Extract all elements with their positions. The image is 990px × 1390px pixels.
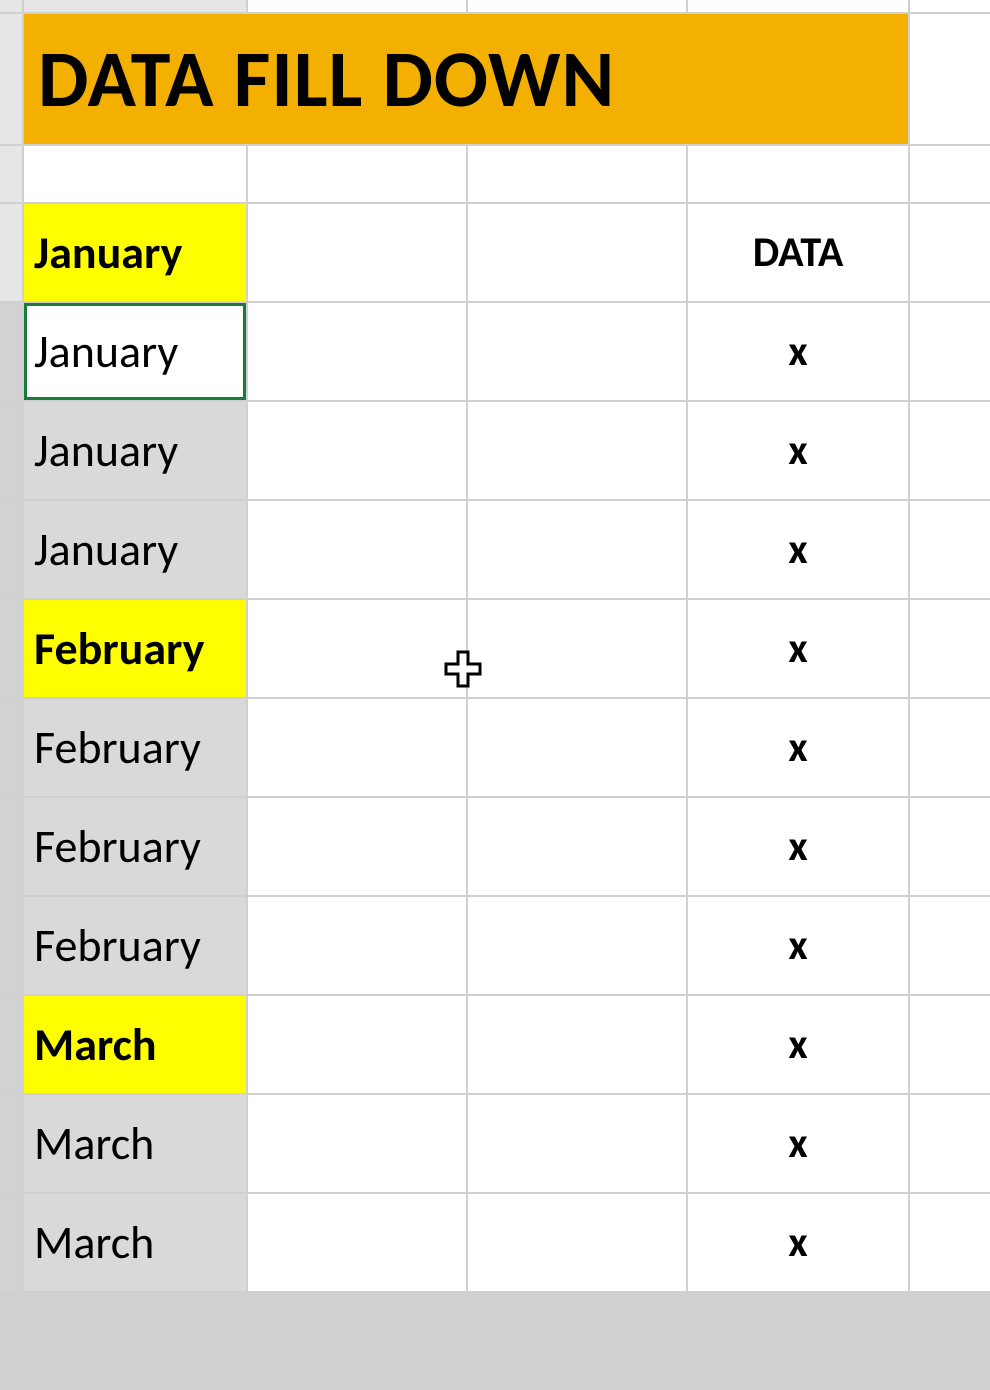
cell-month-7[interactable]: February	[24, 897, 246, 994]
cell-month-8[interactable]: March	[24, 996, 246, 1093]
row-header-9[interactable]	[0, 1095, 22, 1192]
cell-month-10[interactable]: March	[24, 1194, 246, 1291]
title-banner[interactable]: DATA FILL DOWN	[24, 14, 908, 144]
row-header-5[interactable]	[0, 699, 22, 796]
cell-month-0[interactable]: January	[24, 204, 246, 301]
row-header-title[interactable]	[0, 14, 22, 144]
cell-f-0[interactable]	[910, 204, 990, 301]
cell-c-5[interactable]	[248, 699, 466, 796]
cell-c-10[interactable]	[248, 1194, 466, 1291]
cell-d-4[interactable]	[468, 600, 686, 697]
cell-f-10[interactable]	[910, 1194, 990, 1291]
cell-month-6[interactable]: February	[24, 798, 246, 895]
row-header-8[interactable]	[0, 996, 22, 1093]
cell-d-6[interactable]	[468, 798, 686, 895]
cell-data-6[interactable]: x	[688, 798, 908, 895]
cell-c-0[interactable]	[248, 204, 466, 301]
row-header-7[interactable]	[0, 897, 22, 994]
top-sliver-f[interactable]	[910, 0, 990, 12]
row-header-6[interactable]	[0, 798, 22, 895]
cell-month-5[interactable]: February	[24, 699, 246, 796]
row-header-10[interactable]	[0, 1194, 22, 1291]
cell-month-3[interactable]: January	[24, 501, 246, 598]
cell-data-header[interactable]: DATA	[688, 204, 908, 301]
cell-f-9[interactable]	[910, 1095, 990, 1192]
cell-d-0[interactable]	[468, 204, 686, 301]
cell-data-5[interactable]: x	[688, 699, 908, 796]
cell-month-9[interactable]: March	[24, 1095, 246, 1192]
cell-c-9[interactable]	[248, 1095, 466, 1192]
spreadsheet-grid[interactable]: DATA FILL DOWN January DATA January x Ja…	[0, 0, 990, 1390]
cell-title-f[interactable]	[910, 14, 990, 144]
row-header-4[interactable]	[0, 600, 22, 697]
cell-d-5[interactable]	[468, 699, 686, 796]
cell-data-8[interactable]: x	[688, 996, 908, 1093]
row-header-spacer[interactable]	[0, 146, 22, 202]
cell-spacer-f[interactable]	[910, 146, 990, 202]
cell-d-10[interactable]	[468, 1194, 686, 1291]
row-header-1[interactable]	[0, 303, 22, 400]
cell-f-4[interactable]	[910, 600, 990, 697]
top-sliver-d[interactable]	[468, 0, 686, 12]
corner-cell[interactable]	[0, 0, 22, 12]
cell-d-7[interactable]	[468, 897, 686, 994]
cell-f-3[interactable]	[910, 501, 990, 598]
cell-c-6[interactable]	[248, 798, 466, 895]
cell-spacer-b[interactable]	[24, 146, 246, 202]
cell-data-10[interactable]: x	[688, 1194, 908, 1291]
cell-d-1[interactable]	[468, 303, 686, 400]
top-sliver-e[interactable]	[688, 0, 908, 12]
cell-spacer-c[interactable]	[248, 146, 466, 202]
top-sliver-b[interactable]	[24, 0, 246, 12]
cell-f-6[interactable]	[910, 798, 990, 895]
cell-data-9[interactable]: x	[688, 1095, 908, 1192]
cell-f-2[interactable]	[910, 402, 990, 499]
cell-c-3[interactable]	[248, 501, 466, 598]
cell-data-2[interactable]: x	[688, 402, 908, 499]
row-header-3[interactable]	[0, 501, 22, 598]
row-header-2[interactable]	[0, 402, 22, 499]
cell-spacer-e[interactable]	[688, 146, 908, 202]
cell-c-7[interactable]	[248, 897, 466, 994]
cell-c-8[interactable]	[248, 996, 466, 1093]
cell-month-1[interactable]: January	[24, 303, 246, 400]
cell-f-7[interactable]	[910, 897, 990, 994]
cell-d-2[interactable]	[468, 402, 686, 499]
row-header-0[interactable]	[0, 204, 22, 301]
cell-d-8[interactable]	[468, 996, 686, 1093]
cell-spacer-d[interactable]	[468, 146, 686, 202]
cell-month-4[interactable]: February	[24, 600, 246, 697]
cell-data-4[interactable]: x	[688, 600, 908, 697]
cell-c-2[interactable]	[248, 402, 466, 499]
cell-d-3[interactable]	[468, 501, 686, 598]
cell-data-3[interactable]: x	[688, 501, 908, 598]
cell-data-1[interactable]: x	[688, 303, 908, 400]
cell-c-4[interactable]	[248, 600, 466, 697]
cell-f-8[interactable]	[910, 996, 990, 1093]
cell-c-1[interactable]	[248, 303, 466, 400]
cell-data-7[interactable]: x	[688, 897, 908, 994]
cell-f-1[interactable]	[910, 303, 990, 400]
cell-month-2[interactable]: January	[24, 402, 246, 499]
top-sliver-c[interactable]	[248, 0, 466, 12]
cell-f-5[interactable]	[910, 699, 990, 796]
cell-d-9[interactable]	[468, 1095, 686, 1192]
